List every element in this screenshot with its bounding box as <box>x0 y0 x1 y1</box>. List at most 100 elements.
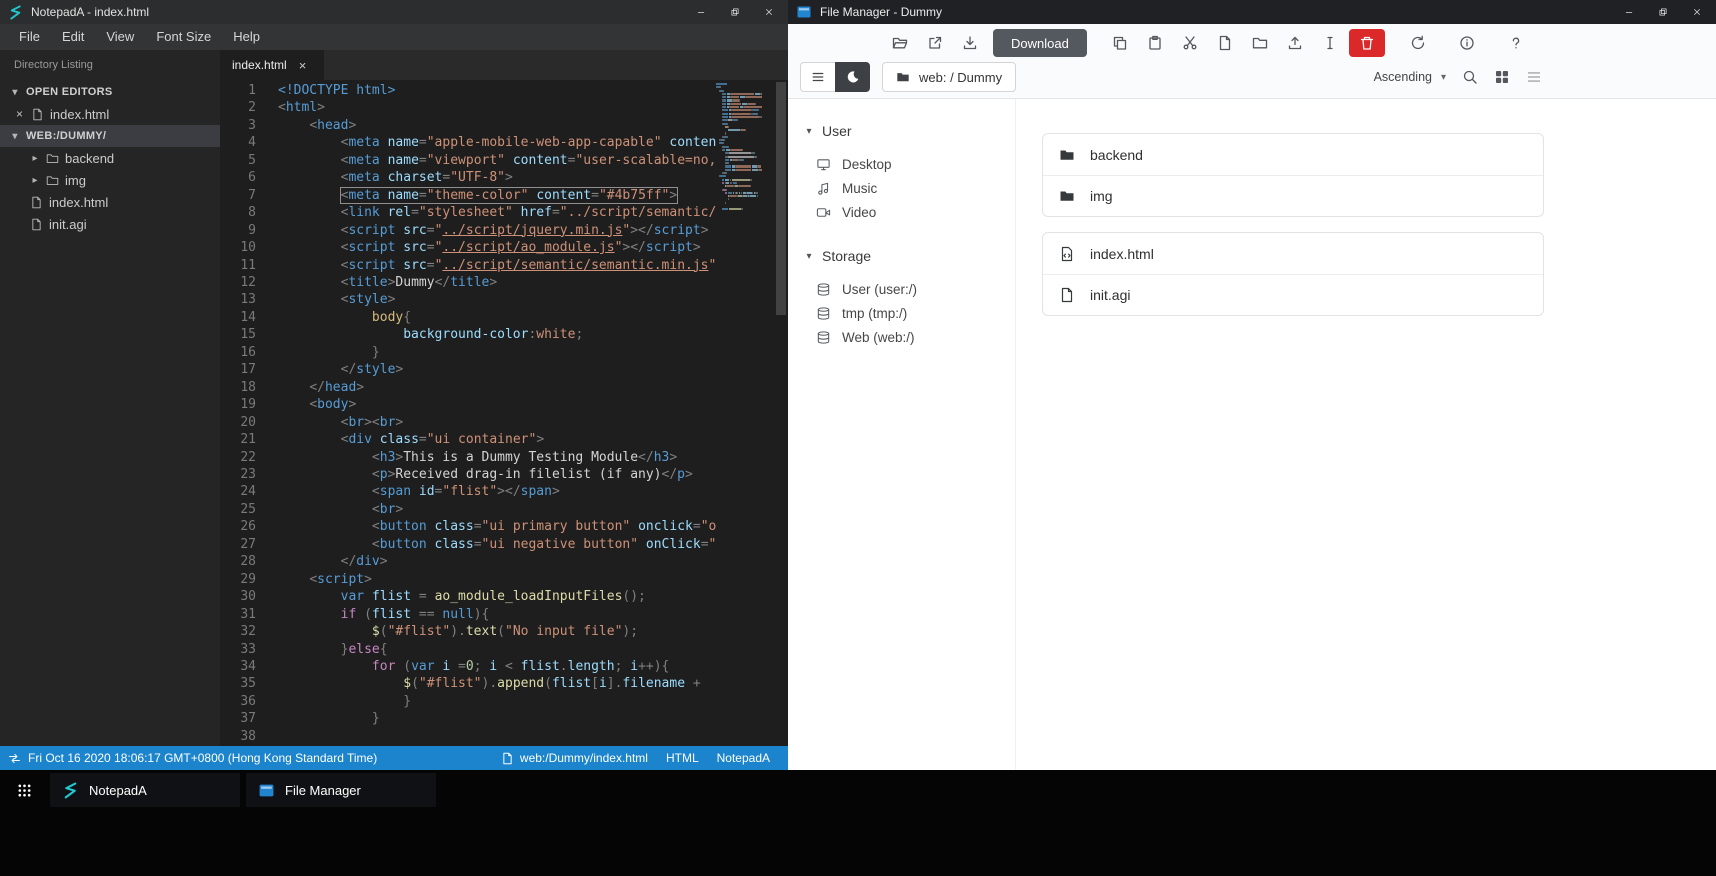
code-line: } <box>403 693 412 709</box>
item-label: backend <box>65 150 115 166</box>
grid-view-button[interactable] <box>1486 62 1518 92</box>
paste-button[interactable] <box>1139 28 1171 58</box>
up-button[interactable] <box>835 28 867 58</box>
info-button[interactable] <box>1451 28 1483 58</box>
minimap[interactable] <box>716 80 772 746</box>
line-number: 31 <box>240 606 256 622</box>
fm-section-header-user[interactable]: ▾ User <box>804 123 1015 139</box>
sidebar-item-user-user[interactable]: User (user:/) <box>804 277 1015 301</box>
rename-button[interactable] <box>1314 28 1346 58</box>
new-file-button[interactable] <box>1209 28 1241 58</box>
notepada-window-title: NotepadA - index.html <box>31 5 150 19</box>
line-number: 32 <box>240 624 256 640</box>
file-icon <box>501 752 514 765</box>
item-label: User (user:/) <box>842 281 918 297</box>
sidebar-item-video[interactable]: Video <box>804 200 1015 224</box>
code-line: body{ <box>371 309 412 325</box>
section-label: WEB:/DUMMY/ <box>26 130 107 142</box>
file-name: init.agi <box>1090 287 1131 303</box>
tree-item-backend[interactable]: ▸ backend <box>0 147 220 169</box>
delete-button[interactable] <box>1348 29 1385 57</box>
fm-logo-icon <box>258 782 275 799</box>
download-button[interactable]: Download <box>993 29 1087 57</box>
tab-close-icon[interactable]: × <box>299 58 307 73</box>
file-row-init-agi[interactable]: init.agi <box>1043 274 1543 315</box>
sidebar-item-web-web[interactable]: Web (web:/) <box>804 325 1015 349</box>
theme-toggle-button[interactable] <box>835 62 870 92</box>
tree-item-index-html[interactable]: × index.html <box>0 103 220 125</box>
window-controls <box>684 1 786 23</box>
code-line: <link rel="stylesheet" href="../script/s… <box>340 205 740 221</box>
code-line: <br> <box>371 501 404 517</box>
item-label: index.html <box>50 106 110 122</box>
open-button[interactable] <box>884 28 916 58</box>
toolbar-group <box>1451 28 1483 58</box>
file-row-index-html[interactable]: index.html <box>1043 233 1543 274</box>
scrollbar-thumb[interactable] <box>776 82 786 315</box>
code-line: var flist = ao_module_loadInputFiles(); <box>340 589 646 605</box>
sidebar-item-music[interactable]: Music <box>804 176 1015 200</box>
line-number: 14 <box>240 309 256 325</box>
code-line: $("#flist").text("No input file"); <box>371 624 639 640</box>
maximize-button[interactable] <box>1646 1 1680 23</box>
sidebar-section-web-dummy[interactable]: ▾ WEB:/DUMMY/ <box>0 125 220 147</box>
app-launcher-button[interactable] <box>5 773 43 807</box>
line-number: 28 <box>240 554 256 570</box>
notepada-menubar: File Edit View Font Size Help <box>0 24 788 50</box>
list-icon <box>1526 69 1542 85</box>
menu-help[interactable]: Help <box>222 24 271 50</box>
file-row-img[interactable]: img <box>1043 175 1543 216</box>
menu-button[interactable] <box>800 62 835 92</box>
help-button[interactable] <box>1500 28 1532 58</box>
copy-button[interactable] <box>1104 28 1136 58</box>
tree-item-init-agi[interactable]: init.agi <box>0 213 220 235</box>
back-button[interactable] <box>800 28 832 58</box>
close-icon[interactable]: × <box>14 107 25 121</box>
list-view-button[interactable] <box>1518 62 1550 92</box>
upload-button[interactable] <box>1279 28 1311 58</box>
statusbar-language[interactable]: HTML <box>666 751 699 765</box>
menu-file[interactable]: File <box>8 24 51 50</box>
line-number: 2 <box>248 100 256 116</box>
open-in-new-button[interactable] <box>919 28 951 58</box>
menu-view[interactable]: View <box>95 24 145 50</box>
maximize-button[interactable] <box>718 1 752 23</box>
statusbar-filepath: web:/Dummy/index.html <box>519 751 648 765</box>
refresh-button[interactable] <box>1402 28 1434 58</box>
code-line: </div> <box>340 554 388 570</box>
sidebar-section-open-editors[interactable]: ▾ OPEN EDITORS <box>0 81 220 103</box>
close-button[interactable] <box>752 1 786 23</box>
editor-scrollbar[interactable] <box>774 80 788 746</box>
line-number: 11 <box>240 257 256 273</box>
fm-section-header-storage[interactable]: ▾ Storage <box>804 248 1015 264</box>
tree-item-img[interactable]: ▸ img <box>0 169 220 191</box>
scissors-icon <box>1182 35 1198 51</box>
sidebar-item-tmp-tmp[interactable]: tmp (tmp:/) <box>804 301 1015 325</box>
menu-edit[interactable]: Edit <box>51 24 95 50</box>
code-editor[interactable]: 1 2 3 4 5 6 7 8 9 10 11 12 13 14 15 16 17 18 19 20 21 22 23 24 2… <box>220 80 788 746</box>
minimize-button[interactable] <box>1612 1 1646 23</box>
sidebar-item-desktop[interactable]: Desktop <box>804 152 1015 176</box>
taskbar-item-notepada[interactable]: NotepadA <box>50 773 240 807</box>
search-button[interactable] <box>1454 62 1486 92</box>
minimize-button[interactable] <box>684 1 718 23</box>
close-button[interactable] <box>1680 1 1714 23</box>
menu-font-size[interactable]: Font Size <box>145 24 222 50</box>
code-line: } <box>371 344 380 360</box>
cut-button[interactable] <box>1174 28 1206 58</box>
file-row-backend[interactable]: backend <box>1043 134 1543 175</box>
item-label: Music <box>842 180 878 196</box>
sort-dropdown[interactable]: Ascending ▾ <box>1374 70 1446 84</box>
tab-index-html[interactable]: index.html × <box>220 50 324 80</box>
tree-item-index-html[interactable]: index.html <box>0 191 220 213</box>
taskbar-item-file-manager[interactable]: File Manager <box>246 773 436 807</box>
line-number: 35 <box>240 676 256 692</box>
download-file-button[interactable] <box>954 28 986 58</box>
code-line: <button class="ui primary button" onclic… <box>371 519 732 535</box>
new-folder-button[interactable] <box>1244 28 1276 58</box>
path-breadcrumb[interactable]: web: / Dummy <box>882 62 1017 92</box>
toolbar-group <box>800 28 867 58</box>
folder-icon <box>46 152 59 165</box>
file-name: index.html <box>1090 245 1154 262</box>
line-number: 16 <box>240 344 256 360</box>
